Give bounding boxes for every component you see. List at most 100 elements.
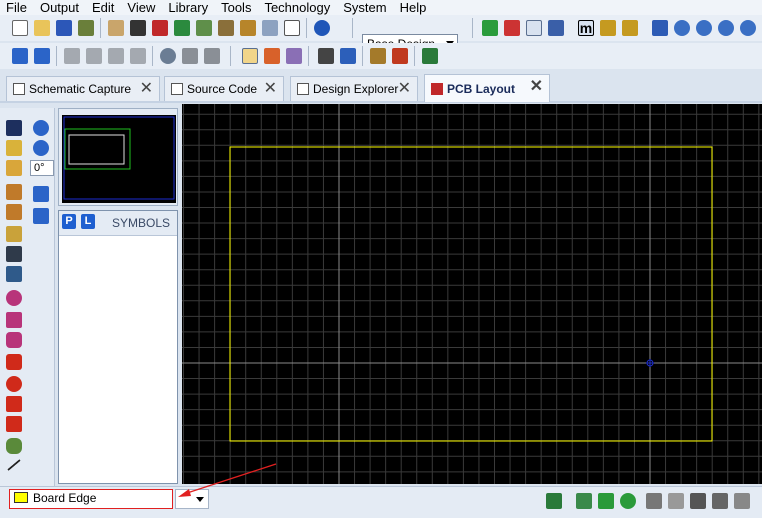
zoom-in-icon[interactable] <box>674 20 690 36</box>
mirror-y-icon[interactable] <box>33 208 49 224</box>
3d-view-icon[interactable] <box>196 20 212 36</box>
pan-icon[interactable] <box>652 20 668 36</box>
open-folder-icon[interactable] <box>34 20 50 36</box>
zoom-out-icon[interactable] <box>696 20 712 36</box>
block-copy-icon[interactable] <box>64 48 80 64</box>
flip-icon[interactable] <box>504 20 520 36</box>
board-edge-outline[interactable] <box>229 146 713 442</box>
via-mode-icon[interactable] <box>6 204 22 220</box>
metric-toggle-icon[interactable]: m <box>578 20 594 36</box>
pcb-editing-canvas[interactable] <box>182 104 762 484</box>
block-move-icon[interactable] <box>86 48 102 64</box>
tee-icon[interactable] <box>668 493 684 509</box>
menu-output[interactable]: Output <box>40 0 79 15</box>
tab-label: Design Explorer <box>313 82 399 96</box>
menu-help[interactable]: Help <box>400 0 427 15</box>
zoom-all-icon[interactable] <box>718 20 734 36</box>
menu-tools[interactable]: Tools <box>221 0 251 15</box>
selection-mode-icon[interactable] <box>6 120 22 136</box>
home-icon[interactable] <box>108 20 124 36</box>
menu-view[interactable]: View <box>127 0 155 15</box>
grid-icon[interactable] <box>526 20 542 36</box>
chip-icon[interactable] <box>130 20 146 36</box>
rotation-angle-field[interactable]: 0° <box>30 160 54 176</box>
text-tool-icon[interactable] <box>690 493 706 509</box>
connectivity-icon[interactable] <box>370 48 386 64</box>
gerber-icon[interactable] <box>218 20 234 36</box>
menu-edit[interactable]: Edit <box>92 0 114 15</box>
ratsnest-toggle-icon[interactable] <box>712 493 728 509</box>
component-icon[interactable] <box>152 20 168 36</box>
block-rotate-icon[interactable] <box>108 48 124 64</box>
auto-router-icon[interactable] <box>242 48 258 64</box>
tab-source-code[interactable]: Source Code ✕ <box>164 76 284 101</box>
play-icon[interactable] <box>576 493 592 509</box>
refresh-icon[interactable] <box>482 20 498 36</box>
zone-mode-icon[interactable] <box>6 226 22 242</box>
connectivity-mode-icon[interactable] <box>6 266 22 282</box>
save-icon[interactable] <box>56 20 72 36</box>
pick-from-library-icon[interactable] <box>160 48 176 64</box>
help-icon[interactable] <box>314 20 330 36</box>
square-pad-icon[interactable] <box>6 312 22 328</box>
close-icon[interactable]: ✕ <box>140 81 153 97</box>
polygonal-smt-pad-icon[interactable] <box>6 416 22 432</box>
document-tab-bar: Schematic Capture ✕ Source Code ✕ Design… <box>0 72 762 103</box>
pause-icon[interactable] <box>620 493 636 509</box>
menu-technology[interactable]: Technology <box>264 0 330 15</box>
line-tool-icon[interactable] <box>7 459 21 471</box>
ratsnest-mode-icon[interactable] <box>6 246 22 262</box>
mirror-x-icon[interactable] <box>33 186 49 202</box>
undo-icon[interactable] <box>12 48 28 64</box>
menu-system[interactable]: System <box>343 0 386 15</box>
padstack-icon[interactable] <box>6 438 22 454</box>
track-mode-icon[interactable] <box>6 184 22 200</box>
rotate-clockwise-icon[interactable] <box>33 120 49 136</box>
drc-check-icon[interactable] <box>422 48 438 64</box>
tab-schematic-capture[interactable]: Schematic Capture ✕ <box>6 76 160 101</box>
search-icon[interactable] <box>318 48 334 64</box>
vector-icon[interactable] <box>734 493 750 509</box>
design-notes-icon[interactable] <box>262 20 278 36</box>
menu-file[interactable]: File <box>6 0 27 15</box>
object-selector[interactable] <box>58 210 178 484</box>
redo-icon[interactable] <box>34 48 50 64</box>
ratsnest-icon[interactable] <box>392 48 408 64</box>
edge-connector-icon[interactable] <box>6 354 22 370</box>
component-mode-icon[interactable] <box>6 140 22 156</box>
new-file-icon[interactable] <box>12 20 28 36</box>
dil-pad-icon[interactable] <box>6 332 22 348</box>
overview-canvas[interactable] <box>62 115 176 203</box>
layer-stack-icon[interactable] <box>546 493 562 509</box>
zoom-area-icon[interactable] <box>740 20 756 36</box>
layers-icon[interactable] <box>548 20 564 36</box>
close-icon[interactable]: ✕ <box>398 81 411 97</box>
document-icon[interactable] <box>284 20 300 36</box>
design-rule-icon[interactable] <box>286 48 302 64</box>
decompose-icon[interactable] <box>204 48 220 64</box>
auto-placer-icon[interactable] <box>264 48 280 64</box>
package-mode-icon[interactable] <box>6 160 22 176</box>
close-icon[interactable]: ✕ <box>530 79 543 95</box>
rectangular-smt-pad-icon[interactable] <box>6 396 22 412</box>
block-delete-icon[interactable] <box>130 48 146 64</box>
library-manager-button[interactable]: L <box>81 214 95 229</box>
probe-icon[interactable] <box>646 493 662 509</box>
tag-icon[interactable] <box>340 48 356 64</box>
tab-pcb-layout[interactable]: PCB Layout ✕ <box>424 74 550 102</box>
false-origin-icon[interactable] <box>622 20 638 36</box>
circular-smt-pad-icon[interactable] <box>6 376 22 392</box>
menu-library[interactable]: Library <box>168 0 208 15</box>
tab-design-explorer[interactable]: Design Explorer ✕ <box>290 76 418 101</box>
origin-icon[interactable] <box>600 20 616 36</box>
edit-toolbar <box>0 43 762 69</box>
bill-of-materials-icon[interactable] <box>240 20 256 36</box>
close-icon[interactable]: ✕ <box>264 81 277 97</box>
rotate-anticlockwise-icon[interactable] <box>33 140 49 156</box>
round-pad-icon[interactable] <box>6 290 22 306</box>
pcb-icon[interactable] <box>174 20 190 36</box>
step-icon[interactable] <box>598 493 614 509</box>
import-icon[interactable] <box>78 20 94 36</box>
make-package-icon[interactable] <box>182 48 198 64</box>
pick-device-button[interactable]: P <box>62 214 76 229</box>
